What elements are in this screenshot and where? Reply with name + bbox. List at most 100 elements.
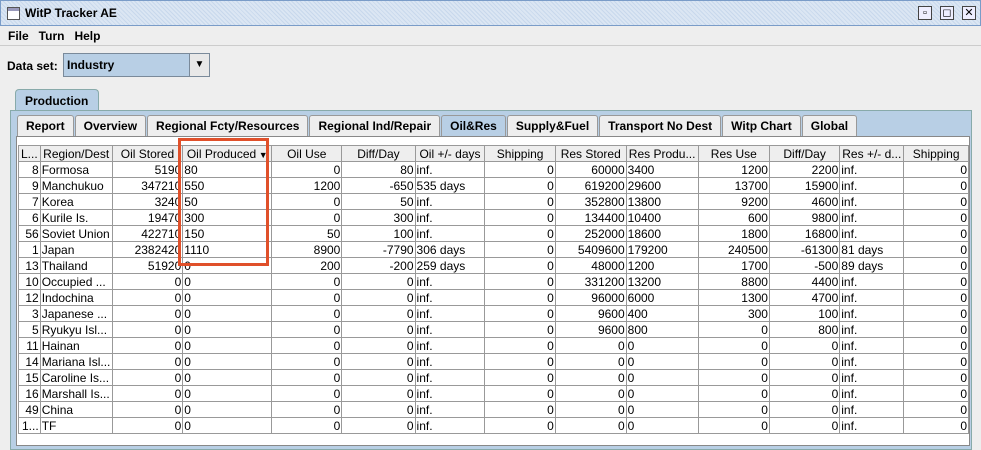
chevron-down-icon[interactable]: ▼	[189, 54, 209, 76]
table-cell: inf.	[414, 417, 486, 434]
table-cell: inf.	[414, 273, 486, 290]
table-cell: 0	[697, 417, 770, 434]
table-cell: 0	[182, 289, 273, 306]
column-header[interactable]: Oil Use	[271, 145, 343, 162]
table-cell: 0	[768, 417, 841, 434]
table-row[interactable]: 5 Ryukyu Isl... 0 0 0 0 inf. 0 9600 800 0 800 inf. 0	[18, 321, 969, 338]
column-header[interactable]: Diff/Day	[768, 145, 841, 162]
table-cell: 0	[484, 321, 556, 338]
tab-overview[interactable]: Overview	[74, 115, 147, 136]
column-header[interactable]: Res Use	[697, 145, 770, 162]
table-cell: 300	[341, 209, 416, 226]
table-cell: 4600	[768, 193, 841, 210]
table-cell: inf.	[839, 305, 905, 322]
table-row[interactable]: 8 Formosa 5190 80 0 80 inf. 0 60000 3400 1200 2200 i…	[18, 161, 969, 178]
column-header[interactable]: L...	[18, 145, 41, 162]
table-cell: 0	[341, 417, 416, 434]
column-header[interactable]: Oil Produced ▼	[182, 145, 273, 162]
column-header-label: Res Use	[710, 146, 757, 161]
table-cell: 0	[768, 385, 841, 402]
table-cell: 8800	[697, 273, 770, 290]
column-header[interactable]: Shipping	[903, 145, 969, 162]
menu-turn[interactable]: Turn	[39, 29, 65, 43]
table-cell: 0	[484, 193, 556, 210]
table-cell: 0	[341, 289, 416, 306]
table-cell: 3240	[111, 193, 184, 210]
table-row[interactable]: 9 Manchukuo 347210 550 1200 -650 535 days 0 6192…	[18, 177, 969, 194]
table-cell: 0	[903, 193, 969, 210]
table-row[interactable]: 1... TF 0 0 0 0 inf. 0 0 0 0 0 inf. 0	[18, 417, 969, 434]
table-cell: 0	[271, 337, 343, 354]
table-row[interactable]: 16 Marshall Is... 0 0 0 0 inf. 0 0 0 0 0 inf. 0	[18, 385, 969, 402]
table-row[interactable]: 12 Indochina 0 0 0 0 inf. 0 96000 6000 1300 4700 inf…	[18, 289, 969, 306]
table-cell: -500	[768, 257, 841, 274]
table-cell: 0	[484, 273, 556, 290]
table-cell: 4700	[768, 289, 841, 306]
tab-report[interactable]: Report	[17, 115, 74, 136]
table-cell: Formosa	[39, 161, 113, 178]
app-icon	[7, 6, 20, 20]
table-cell: Kurile Is.	[39, 209, 113, 226]
table-cell: 150	[182, 225, 273, 242]
table-cell: 0	[111, 353, 184, 370]
table-cell: 1200	[625, 257, 699, 274]
table-cell: 15	[18, 369, 41, 386]
table-cell: Japanese ...	[39, 305, 113, 322]
table-cell: 13	[18, 257, 41, 274]
dataset-select[interactable]: Industry ▼	[63, 53, 210, 77]
maximize-icon[interactable]: ◻	[940, 6, 954, 20]
table-cell: 8	[18, 161, 41, 178]
table-cell: 300	[182, 209, 273, 226]
tab-regional-fcty-resources[interactable]: Regional Fcty/Resources	[147, 115, 309, 136]
table-cell: 0	[554, 385, 627, 402]
table-row[interactable]: 3 Japanese ... 0 0 0 0 inf. 0 9600 400 300 100 inf. 0	[18, 305, 969, 322]
table-cell: 0	[903, 273, 969, 290]
column-header[interactable]: Oil +/- days	[414, 145, 486, 162]
oil-res-table-container: L... Region/Dest Oil Stored Oil Produced ▼ O…	[16, 136, 970, 446]
table-row[interactable]: 10 Occupied ... 0 0 0 0 inf. 0 331200 13200 8800 44…	[18, 273, 969, 290]
table-row[interactable]: 7 Korea 3240 50 0 50 inf. 0 352800 13800 9200 4600 i…	[18, 193, 969, 210]
table-row[interactable]: 49 China 0 0 0 0 inf. 0 0 0 0 0 inf. 0	[18, 401, 969, 418]
table-cell: 0	[484, 225, 556, 242]
column-header[interactable]: Res Produ...	[625, 145, 699, 162]
minimize-icon[interactable]: ▫	[918, 6, 932, 20]
table-cell: China	[39, 401, 113, 418]
table-row[interactable]: 11 Hainan 0 0 0 0 inf. 0 0 0 0 0 inf. 0	[18, 337, 969, 354]
table-cell: 0	[484, 305, 556, 322]
tab-supply-fuel[interactable]: Supply&Fuel	[506, 115, 599, 136]
table-cell: 0	[484, 337, 556, 354]
close-icon[interactable]: ✕	[962, 6, 976, 20]
menu-help[interactable]: Help	[74, 29, 100, 43]
table-cell: 96000	[554, 289, 627, 306]
tab-transport-no-dest[interactable]: Transport No Dest	[599, 115, 722, 136]
table-row[interactable]: 15 Caroline Is... 0 0 0 0 inf. 0 0 0 0 0 inf. 0	[18, 369, 969, 386]
table-cell: 48000	[554, 257, 627, 274]
table-row[interactable]: 6 Kurile Is. 19470 300 0 300 inf. 0 134400 10400 6…	[18, 209, 969, 226]
table-cell: inf.	[839, 193, 905, 210]
tab-production[interactable]: Production	[15, 89, 99, 111]
column-header[interactable]: Region/Dest	[39, 145, 113, 162]
table-cell: inf.	[839, 225, 905, 242]
menu-file[interactable]: File	[8, 29, 29, 43]
table-cell: inf.	[839, 417, 905, 434]
column-header[interactable]: Res Stored	[554, 145, 627, 162]
table-row[interactable]: 56 Soviet Union 422710 150 50 100 inf. 0 252000 1…	[18, 225, 969, 242]
table-cell: 81 days	[839, 241, 905, 258]
menu-bar: File Turn Help	[0, 26, 981, 46]
tab-global[interactable]: Global	[801, 115, 858, 136]
table-cell: 0	[903, 257, 969, 274]
column-header[interactable]: Shipping	[484, 145, 556, 162]
tab-regional-ind-repair[interactable]: Regional Ind/Repair	[309, 115, 441, 136]
column-header[interactable]: Diff/Day	[341, 145, 416, 162]
table-row[interactable]: 14 Mariana Isl... 0 0 0 0 inf. 0 0 0 0 0 inf. 0	[18, 353, 969, 370]
table-row[interactable]: 13 Thailand 51920 0 200 -200 259 days 0 48000 120…	[18, 257, 969, 274]
table-cell: 0	[111, 369, 184, 386]
table-cell: 0	[271, 273, 343, 290]
tab-witp-chart[interactable]: Witp Chart	[722, 115, 801, 136]
table-cell: 9600	[554, 321, 627, 338]
column-header[interactable]: Oil Stored	[111, 145, 184, 162]
tab-oil-res[interactable]: Oil&Res	[441, 115, 506, 136]
table-cell: Soviet Union	[39, 225, 113, 242]
table-row[interactable]: 1 Japan 2382420 1110 8900 -7790 306 days 0 54096…	[18, 241, 969, 258]
column-header[interactable]: Res +/- d...	[839, 145, 905, 162]
